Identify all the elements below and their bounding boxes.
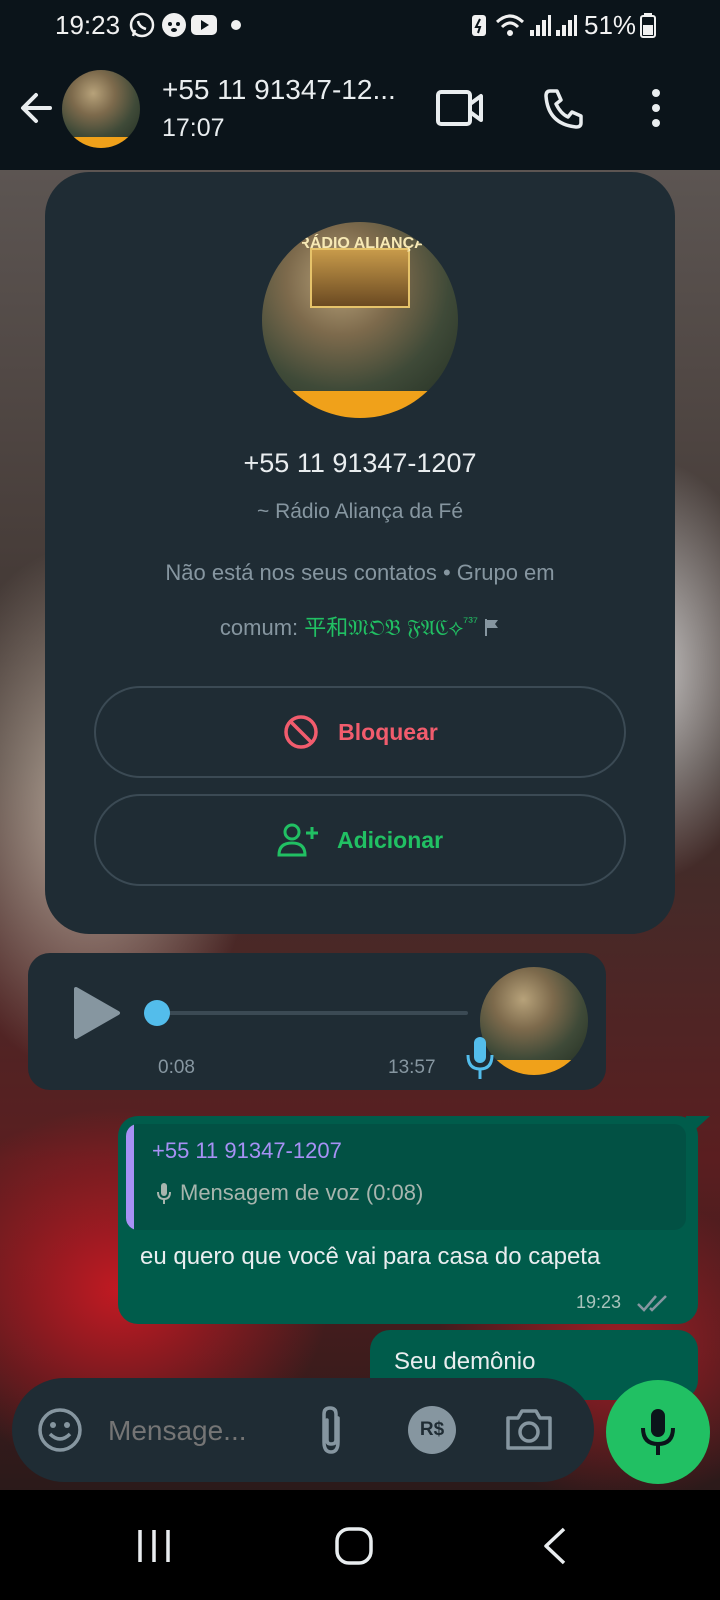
- back-icon[interactable]: [540, 1526, 570, 1566]
- contact-avatar[interactable]: [62, 70, 140, 148]
- message-time: 19:23: [576, 1292, 622, 1312]
- block-icon: [284, 715, 318, 749]
- quoted-mic-icon: [157, 1183, 171, 1204]
- more-vert-icon[interactable]: [646, 88, 666, 128]
- wifi-icon: [495, 14, 525, 36]
- mic-icon: [466, 1037, 494, 1079]
- system-nav-bar: [0, 1490, 720, 1600]
- audio-progress-thumb[interactable]: [144, 1000, 170, 1026]
- contact-info-line: Não está nos seus contatos • Grupo em: [165, 560, 555, 585]
- common-group-name[interactable]: 平和𝔐𝔒𝔅 𝔉𝔄ℭ⟡: [304, 615, 463, 640]
- avatar-logo: RÁDIO ALIANÇA: [302, 233, 422, 252]
- add-label: Adicionar: [336, 826, 444, 853]
- record-voice-button[interactable]: [606, 1380, 710, 1484]
- message-text-2: Seu demônio: [394, 1348, 536, 1375]
- contact-name: ~ Rádio Aliança da Fé: [256, 500, 464, 523]
- voice-message-bubble: 0:08 13:57: [28, 953, 606, 1090]
- message-text: eu quero que você vai para casa do capet…: [140, 1243, 601, 1270]
- play-icon[interactable]: [72, 985, 122, 1041]
- dot-icon: [231, 20, 241, 30]
- battery-icon: [640, 13, 656, 38]
- payment-icon[interactable]: R$: [408, 1406, 456, 1454]
- svg-text:RÁDIO ALIANÇA: RÁDIO ALIANÇA: [302, 233, 422, 252]
- home-icon[interactable]: [334, 1526, 374, 1566]
- chat-title[interactable]: +55 11 91347-12...: [162, 74, 396, 106]
- add-contact-button[interactable]: Adicionar: [94, 794, 626, 886]
- common-group-prefix: comum:: [219, 615, 305, 640]
- signal-icon: [556, 15, 577, 36]
- video-call-icon[interactable]: [435, 88, 485, 128]
- voice-duration: 0:08: [158, 1057, 195, 1078]
- whatsapp-icon: [129, 12, 155, 38]
- recents-icon[interactable]: [134, 1526, 174, 1566]
- signal-icon: [530, 15, 551, 36]
- attach-icon[interactable]: [314, 1404, 348, 1456]
- voice-time: 13:57: [388, 1057, 436, 1078]
- chat-subtitle: 17:07: [162, 114, 225, 142]
- message-input[interactable]: [106, 1408, 300, 1454]
- block-label: Bloquear: [338, 718, 438, 745]
- camera-icon[interactable]: [504, 1406, 554, 1452]
- messenger-dog-icon: [162, 13, 186, 37]
- quoted-sender: +55 11 91347-1207: [152, 1138, 342, 1163]
- flag-icon: [485, 619, 499, 636]
- status-time: 19:23: [55, 10, 121, 40]
- phone-icon[interactable]: [542, 86, 586, 130]
- block-button[interactable]: Bloquear: [94, 686, 626, 778]
- audio-progress-track[interactable]: [158, 1011, 468, 1015]
- youtube-icon: [191, 15, 217, 35]
- quoted-text: Mensagem de voz (0:08): [180, 1180, 424, 1205]
- add-person-icon: [277, 823, 318, 857]
- status-bar: 19:23 51%: [0, 0, 720, 52]
- message-composer: R$: [12, 1378, 594, 1482]
- battery-saver-icon: [472, 15, 486, 36]
- common-group-suffix: ⁷³⁷: [463, 613, 478, 630]
- mic-icon: [641, 1409, 675, 1455]
- contact-phone: +55 11 91347-1207: [243, 448, 477, 478]
- chat-header: +55 11 91347-12... 17:07: [0, 52, 720, 170]
- emoji-icon[interactable]: [36, 1406, 84, 1454]
- contact-card-avatar: RÁDIO ALIANÇA: [262, 222, 458, 418]
- back-arrow-icon[interactable]: [16, 88, 56, 128]
- read-ticks-icon: [637, 1295, 667, 1312]
- battery-percent: 51%: [584, 10, 637, 40]
- quoted-message[interactable]: +55 11 91347-1207 Mensagem de voz (0:08): [126, 1124, 686, 1230]
- voice-sender-avatar: [480, 967, 588, 1075]
- common-group-line: comum: 平和𝔐𝔒𝔅 𝔉𝔄ℭ⟡⁷³⁷: [45, 610, 675, 642]
